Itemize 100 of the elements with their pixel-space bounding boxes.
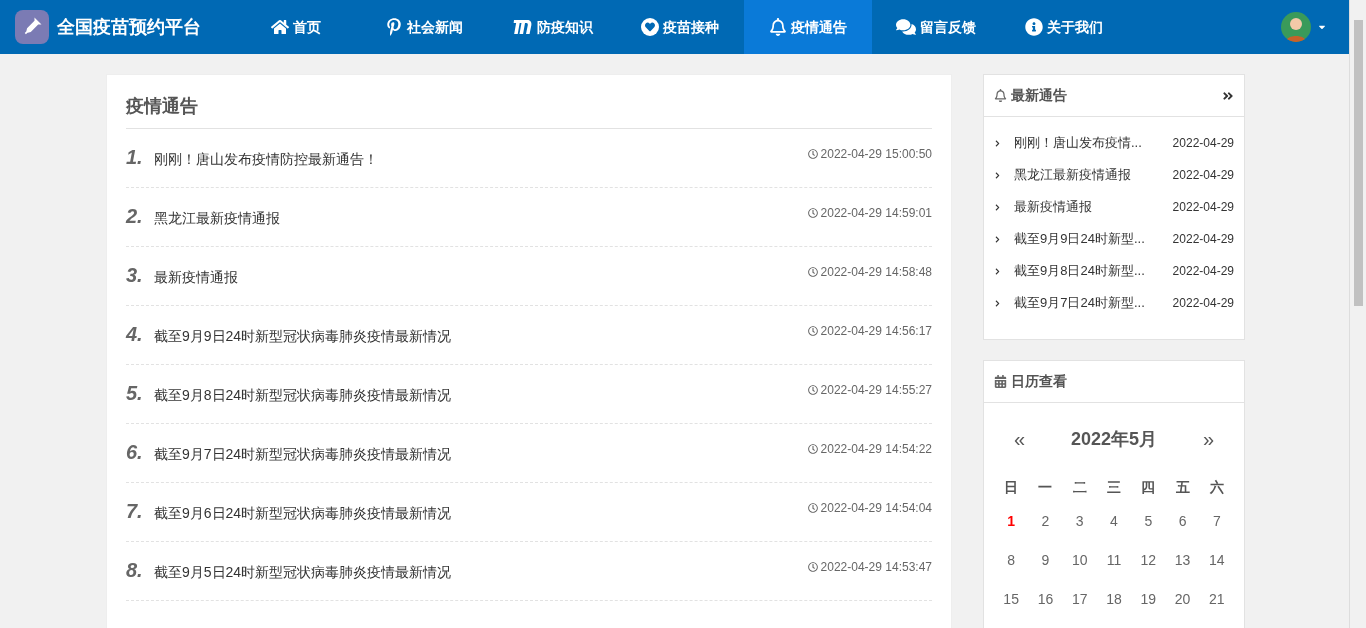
calendar-day[interactable]: 14 (1209, 550, 1225, 571)
notice-time: 2022-04-29 14:53:47 (820, 559, 932, 576)
clock-icon (807, 149, 818, 159)
chat-icon (896, 18, 916, 36)
weekday-label: 一 (1037, 477, 1054, 497)
item-number: 5. (126, 381, 144, 405)
weekday-label: 二 (1071, 477, 1088, 497)
month-label: 2022年5月 (1070, 427, 1158, 451)
clock-icon (807, 562, 818, 572)
item-number: 4. (126, 322, 144, 346)
notice-link[interactable]: 最新疫情通报 (154, 263, 238, 291)
clock-icon (807, 208, 818, 218)
latest-link[interactable]: 截至9月9日24时新型... (1014, 229, 1145, 249)
bell-icon (769, 18, 787, 36)
calendar-day[interactable]: 7 (1212, 511, 1221, 532)
prev-month-button[interactable]: « (1014, 424, 1026, 454)
latest-link[interactable]: 黑龙江最新疫情通报 (1014, 165, 1131, 185)
latest-link[interactable]: 最新疫情通报 (1014, 197, 1092, 217)
item-number: 7. (126, 499, 144, 523)
notice-link[interactable]: 截至9月8日24时新型冠状病毒肺炎疫情最新情况 (154, 381, 452, 409)
weekday-label: 三 (1106, 477, 1122, 497)
calendar-day[interactable]: 3 (1075, 511, 1084, 532)
item-number: 3. (126, 263, 144, 287)
avatar[interactable] (1281, 12, 1311, 42)
calendar-day[interactable]: 15 (1003, 589, 1019, 610)
nav-tab[interactable]: 疫情通告 (744, 0, 872, 54)
brand-name[interactable]: 全国疫苗预约平台 (57, 13, 201, 41)
item-number: 6. (126, 440, 144, 464)
syringe-logo-icon (15, 10, 49, 44)
notice-link[interactable]: 刚刚！唐山发布疫情防控最新通告！ (154, 145, 378, 173)
nav-tab[interactable]: 社会新闻 (360, 0, 488, 54)
calendar-day[interactable]: 6 (1178, 511, 1187, 532)
card-title: 最新通告 (1011, 86, 1067, 105)
notice-link[interactable]: 黑龙江最新疫情通报 (154, 204, 280, 232)
notice-time: 2022-04-29 14:58:48 (820, 264, 932, 281)
latest-date: 2022-04-29 (1172, 263, 1234, 280)
item-number: 2. (126, 204, 144, 228)
weekday-label: 五 (1174, 477, 1191, 497)
weekday-label: 六 (1208, 477, 1225, 497)
calendar-day[interactable]: 17 (1071, 589, 1088, 610)
more-icon[interactable] (1222, 89, 1234, 102)
notice-time: 2022-04-29 15:00:50 (820, 146, 932, 163)
calendar-day[interactable]: 9 (1041, 550, 1050, 571)
pin-logo-icon (385, 18, 403, 36)
m-logo-icon (511, 19, 533, 35)
latest-date: 2022-04-29 (1172, 295, 1234, 312)
nav-tab[interactable]: 关于我们 (1000, 0, 1128, 54)
latest-link[interactable]: 截至9月8日24时新型... (1014, 261, 1145, 281)
notice-time: 2022-04-29 14:59:01 (820, 205, 932, 222)
chevron-icon (994, 299, 1001, 307)
next-month-button[interactable]: » (1202, 424, 1214, 454)
notice-time: 2022-04-29 14:54:04 (820, 500, 932, 517)
calendar-day[interactable]: 1 (1007, 511, 1016, 532)
latest-link[interactable]: 截至9月7日24时新型... (1014, 293, 1145, 313)
chevron-icon (994, 171, 1001, 179)
nav-tab[interactable]: 防疫知识 (488, 0, 616, 54)
bell-icon (994, 89, 1007, 102)
clock-icon (807, 326, 818, 336)
calendar-day[interactable]: 2 (1041, 511, 1050, 532)
clock-icon (807, 385, 818, 395)
scrollbar[interactable] (1349, 0, 1366, 628)
calendar-day[interactable]: 5 (1144, 511, 1153, 532)
clock-icon (807, 444, 818, 454)
notice-time: 2022-04-29 14:54:22 (820, 441, 932, 458)
notice-time: 2022-04-29 14:55:27 (820, 382, 932, 399)
notice-link[interactable]: 截至9月6日24时新型冠状病毒肺炎疫情最新情况 (154, 499, 452, 527)
calendar-day[interactable]: 4 (1110, 511, 1118, 532)
nav-tab[interactable]: 留言反馈 (872, 0, 1000, 54)
section-title: 疫情通告 (126, 93, 932, 129)
chevron-icon (994, 139, 1001, 147)
home-icon (271, 18, 289, 36)
info-icon (1025, 18, 1043, 36)
weekday-label: 日 (1003, 477, 1020, 497)
latest-date: 2022-04-29 (1172, 231, 1234, 248)
calendar-day[interactable]: 21 (1209, 589, 1225, 610)
calendar-day[interactable]: 16 (1037, 589, 1054, 610)
latest-link[interactable]: 刚刚！唐山发布疫情... (1014, 133, 1142, 153)
clock-icon (807, 267, 818, 277)
item-number: 1. (126, 145, 144, 169)
calendar-day[interactable]: 8 (1007, 550, 1016, 571)
calendar-day[interactable]: 13 (1174, 550, 1191, 571)
notice-link[interactable]: 截至9月7日24时新型冠状病毒肺炎疫情最新情况 (154, 440, 452, 468)
latest-date: 2022-04-29 (1172, 199, 1234, 216)
weekday-label: 四 (1140, 477, 1157, 497)
chevron-icon (994, 203, 1001, 211)
calendar-icon (994, 375, 1007, 388)
notice-time: 2022-04-29 14:56:17 (820, 323, 932, 340)
nav-tab[interactable]: 疫苗接种 (616, 0, 744, 54)
calendar-day[interactable]: 11 (1106, 550, 1122, 571)
clock-icon (807, 503, 818, 513)
calendar-day[interactable]: 18 (1106, 589, 1122, 610)
notice-link[interactable]: 截至9月5日24时新型冠状病毒肺炎疫情最新情况 (154, 558, 452, 586)
calendar-day[interactable]: 10 (1071, 550, 1088, 571)
chevron-icon (994, 235, 1001, 243)
latest-date: 2022-04-29 (1172, 167, 1234, 184)
nav-tab[interactable]: 首页 (232, 0, 360, 54)
calendar-day[interactable]: 20 (1174, 589, 1191, 610)
calendar-day[interactable]: 12 (1140, 550, 1157, 571)
notice-link[interactable]: 截至9月9日24时新型冠状病毒肺炎疫情最新情况 (154, 322, 452, 350)
calendar-day[interactable]: 19 (1140, 589, 1157, 610)
